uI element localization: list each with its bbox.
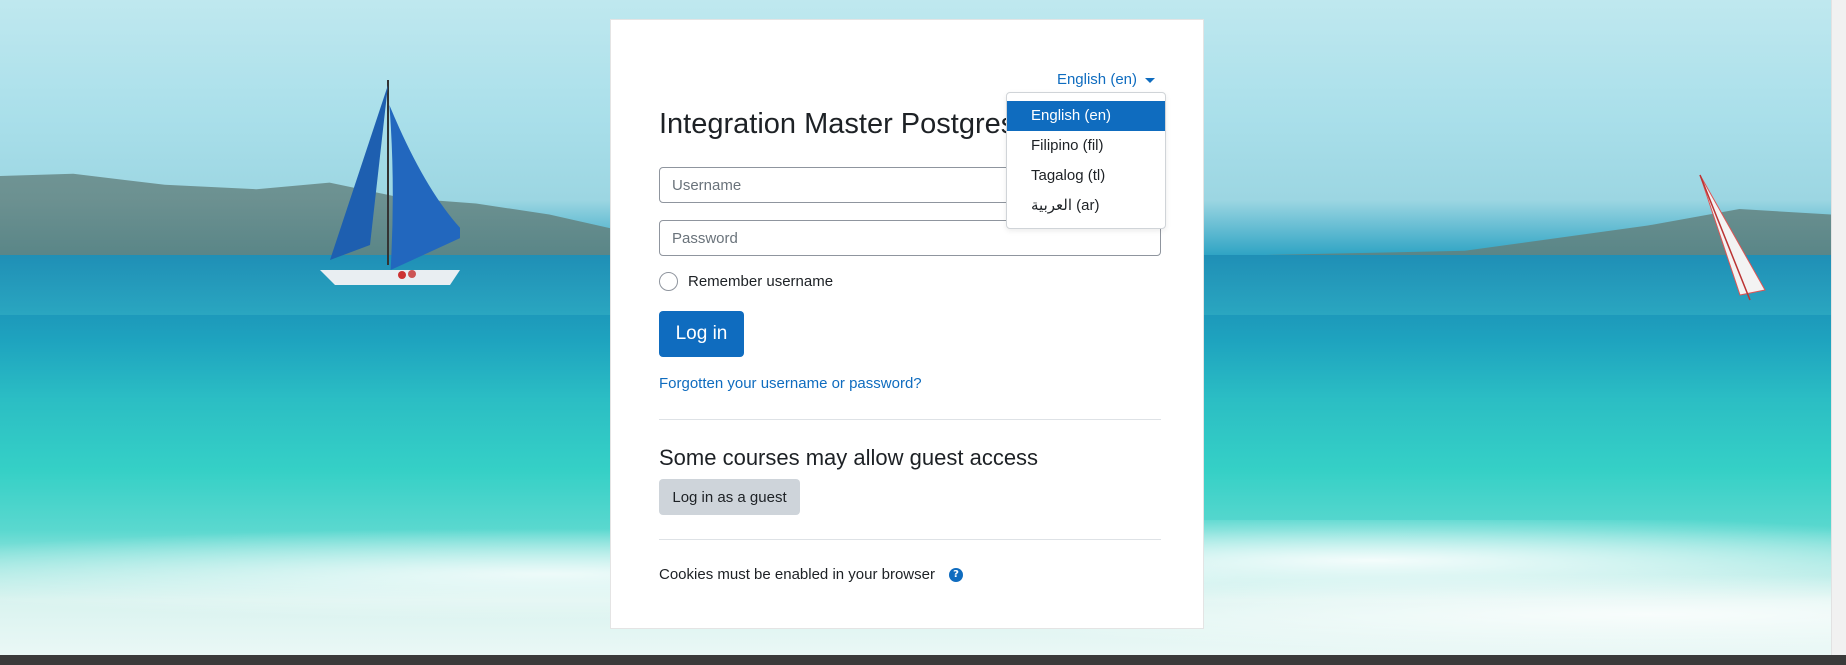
remember-username-label: Remember username (688, 273, 834, 290)
remember-username-checkbox[interactable] (659, 272, 678, 291)
remember-username[interactable]: Remember username (659, 272, 833, 291)
guest-login-button[interactable]: Log in as a guest (659, 479, 800, 515)
login-button[interactable]: Log in (659, 311, 744, 357)
cookies-notice-text: Cookies must be enabled in your browser (659, 566, 935, 583)
page-title: Integration Master Postgres (659, 108, 1016, 140)
language-dropdown-menu: English (en) Filipino (fil) Tagalog (tl)… (1006, 92, 1166, 229)
language-current-label: English (en) (1056, 71, 1137, 88)
help-icon[interactable]: ? (948, 567, 963, 582)
language-option-arabic[interactable]: العربية (ar) (1007, 191, 1165, 221)
sailboat-graphic (320, 80, 460, 285)
forgot-password-link[interactable]: Forgotten your username or password? (659, 375, 922, 392)
language-option-english[interactable]: English (en) (1007, 101, 1165, 131)
language-option-tagalog[interactable]: Tagalog (tl) (1007, 161, 1165, 191)
footer-bar (0, 655, 1846, 665)
divider (659, 419, 1161, 420)
windsurfer-graphic (1699, 174, 1766, 301)
language-option-filipino[interactable]: Filipino (fil) (1007, 131, 1165, 161)
page-scrollbar[interactable] (1831, 0, 1846, 655)
chevron-down-icon (1145, 77, 1155, 83)
divider (659, 539, 1161, 540)
guest-access-heading: Some courses may allow guest access (659, 445, 1039, 470)
language-menu-toggle[interactable]: English (en) (1057, 71, 1155, 88)
cookies-notice: Cookies must be enabled in your browser … (659, 566, 963, 583)
